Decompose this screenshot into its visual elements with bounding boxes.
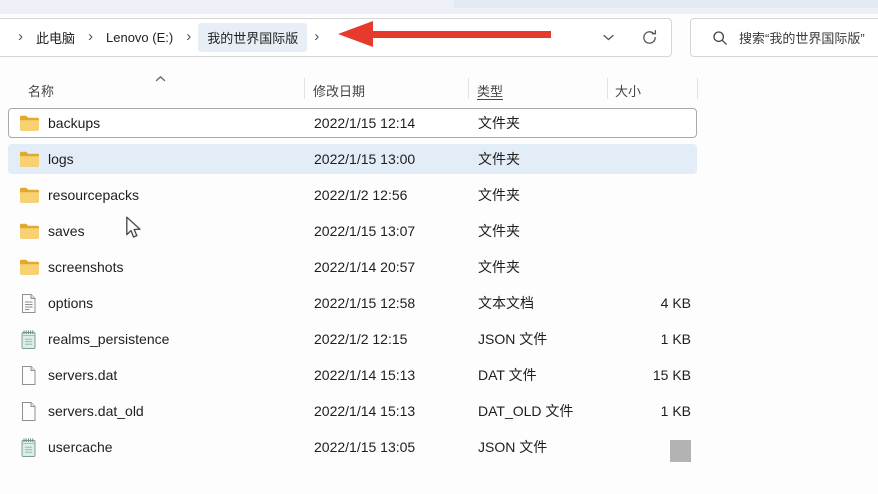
file-type: 文本文档 bbox=[478, 295, 534, 311]
json-file-icon bbox=[19, 437, 40, 458]
toolbar-remnant bbox=[454, 0, 878, 8]
file-row[interactable]: saves 2022/1/15 13:07 文件夹 bbox=[8, 216, 697, 246]
file-row[interactable]: realms_persistence 2022/1/2 12:15 JSON 文… bbox=[8, 324, 697, 354]
chevron-right-icon[interactable]: › bbox=[307, 28, 326, 47]
window-top-strip bbox=[0, 0, 878, 14]
file-date: 2022/1/15 12:58 bbox=[314, 295, 416, 311]
folder-icon bbox=[19, 186, 40, 204]
file-type: DAT_OLD 文件 bbox=[478, 403, 574, 419]
file-name-cell: backups bbox=[19, 109, 100, 137]
file-name-cell: realms_persistence bbox=[19, 325, 169, 353]
file-name: logs bbox=[48, 151, 74, 167]
file-name: backups bbox=[48, 115, 101, 131]
json-file-icon bbox=[19, 329, 40, 350]
file-name-cell: saves bbox=[19, 217, 85, 245]
file-type: 文件夹 bbox=[478, 151, 520, 167]
file-name: screenshots bbox=[48, 259, 124, 275]
folder-icon bbox=[19, 258, 40, 276]
breadcrumb-item-current-folder[interactable]: 我的世界国际版 bbox=[198, 23, 308, 52]
file-list: backups 2022/1/15 12:14 文件夹 logs 2022/1/… bbox=[8, 108, 697, 468]
file-row[interactable]: options 2022/1/15 12:58 文本文档 4 KB bbox=[8, 288, 697, 318]
file-date: 2022/1/2 12:15 bbox=[314, 331, 408, 347]
file-size: 1 KB bbox=[660, 331, 691, 347]
file-name-cell: servers.dat bbox=[19, 361, 117, 389]
file-type: 文件夹 bbox=[478, 187, 520, 203]
file-size: 15 KB bbox=[652, 367, 691, 383]
column-separator[interactable] bbox=[304, 78, 305, 99]
file-name-cell: logs bbox=[19, 145, 74, 173]
file-date: 2022/1/15 13:07 bbox=[314, 223, 416, 239]
sort-ascending-icon bbox=[154, 70, 167, 85]
column-separator[interactable] bbox=[697, 78, 698, 99]
column-separator[interactable] bbox=[607, 78, 608, 99]
file-date: 2022/1/14 15:13 bbox=[314, 403, 416, 419]
file-size bbox=[670, 433, 691, 462]
file-row[interactable]: logs 2022/1/15 13:00 文件夹 bbox=[8, 144, 697, 174]
file-name: resourcepacks bbox=[48, 187, 140, 203]
file-date: 2022/1/15 12:14 bbox=[314, 115, 416, 131]
redaction-block bbox=[670, 440, 691, 462]
column-header-type[interactable]: 类型 bbox=[477, 81, 503, 100]
file-type: JSON 文件 bbox=[478, 331, 548, 347]
file-type: JSON 文件 bbox=[478, 439, 548, 455]
text-file-icon bbox=[19, 293, 40, 314]
file-row[interactable]: resourcepacks 2022/1/2 12:56 文件夹 bbox=[8, 180, 697, 210]
file-date: 2022/1/15 13:05 bbox=[314, 439, 416, 455]
file-name-cell: options bbox=[19, 289, 93, 317]
file-name-cell: resourcepacks bbox=[19, 181, 139, 209]
search-placeholder: 搜索“我的世界国际版” bbox=[739, 31, 865, 46]
file-date: 2022/1/2 12:56 bbox=[314, 187, 408, 203]
search-box[interactable]: 搜索“我的世界国际版” bbox=[690, 18, 878, 57]
address-dropdown-button[interactable] bbox=[595, 25, 621, 51]
file-size: 1 KB bbox=[660, 403, 691, 419]
file-row[interactable]: screenshots 2022/1/14 20:57 文件夹 bbox=[8, 252, 697, 282]
column-separator[interactable] bbox=[468, 78, 469, 99]
file-name: saves bbox=[48, 223, 85, 239]
file-type: 文件夹 bbox=[478, 115, 520, 131]
address-bar[interactable]: › 此电脑 › Lenovo (E:) › 我的世界国际版 › bbox=[0, 18, 672, 57]
file-name-cell: screenshots bbox=[19, 253, 123, 281]
dat-file-icon bbox=[19, 365, 40, 386]
chevron-down-icon bbox=[602, 33, 615, 42]
folder-icon bbox=[19, 150, 40, 168]
file-name: options bbox=[48, 295, 94, 311]
file-name: realms_persistence bbox=[48, 331, 170, 347]
file-size: 4 KB bbox=[660, 295, 691, 311]
breadcrumb-item-drive[interactable]: Lenovo (E:) bbox=[100, 25, 179, 50]
file-date: 2022/1/14 15:13 bbox=[314, 367, 416, 383]
file-name-cell: servers.dat_old bbox=[19, 397, 144, 425]
file-name-cell: usercache bbox=[19, 433, 113, 461]
breadcrumb-overflow-chevron-icon[interactable]: › bbox=[11, 28, 30, 47]
refresh-button[interactable] bbox=[636, 25, 662, 51]
dat-file-icon bbox=[19, 401, 40, 422]
file-name: servers.dat_old bbox=[48, 403, 144, 419]
file-row[interactable]: backups 2022/1/15 12:14 文件夹 bbox=[8, 108, 697, 138]
chevron-right-icon[interactable]: › bbox=[81, 28, 100, 47]
file-type: 文件夹 bbox=[478, 259, 520, 275]
column-header-row: 名称 修改日期 类型 大小 bbox=[0, 72, 878, 102]
column-header-size[interactable]: 大小 bbox=[615, 81, 641, 100]
file-date: 2022/1/15 13:00 bbox=[314, 151, 416, 167]
column-header-date[interactable]: 修改日期 bbox=[313, 81, 365, 100]
search-icon bbox=[712, 30, 728, 46]
column-header-name[interactable]: 名称 bbox=[28, 81, 54, 100]
breadcrumb-item-this-pc[interactable]: 此电脑 bbox=[30, 23, 81, 52]
folder-icon bbox=[19, 222, 40, 240]
file-row[interactable]: servers.dat_old 2022/1/14 15:13 DAT_OLD … bbox=[8, 396, 697, 426]
file-name: servers.dat bbox=[48, 367, 118, 383]
file-name: usercache bbox=[48, 439, 113, 455]
file-type: 文件夹 bbox=[478, 223, 520, 239]
folder-icon bbox=[19, 114, 40, 132]
file-row[interactable]: servers.dat 2022/1/14 15:13 DAT 文件 15 KB bbox=[8, 360, 697, 390]
file-row[interactable]: usercache 2022/1/15 13:05 JSON 文件 bbox=[8, 432, 697, 462]
file-date: 2022/1/14 20:57 bbox=[314, 259, 416, 275]
refresh-icon bbox=[641, 29, 658, 46]
file-type: DAT 文件 bbox=[478, 367, 537, 383]
chevron-right-icon[interactable]: › bbox=[179, 28, 198, 47]
file-explorer-window: › 此电脑 › Lenovo (E:) › 我的世界国际版 › 搜索“我的世界国… bbox=[0, 0, 878, 494]
